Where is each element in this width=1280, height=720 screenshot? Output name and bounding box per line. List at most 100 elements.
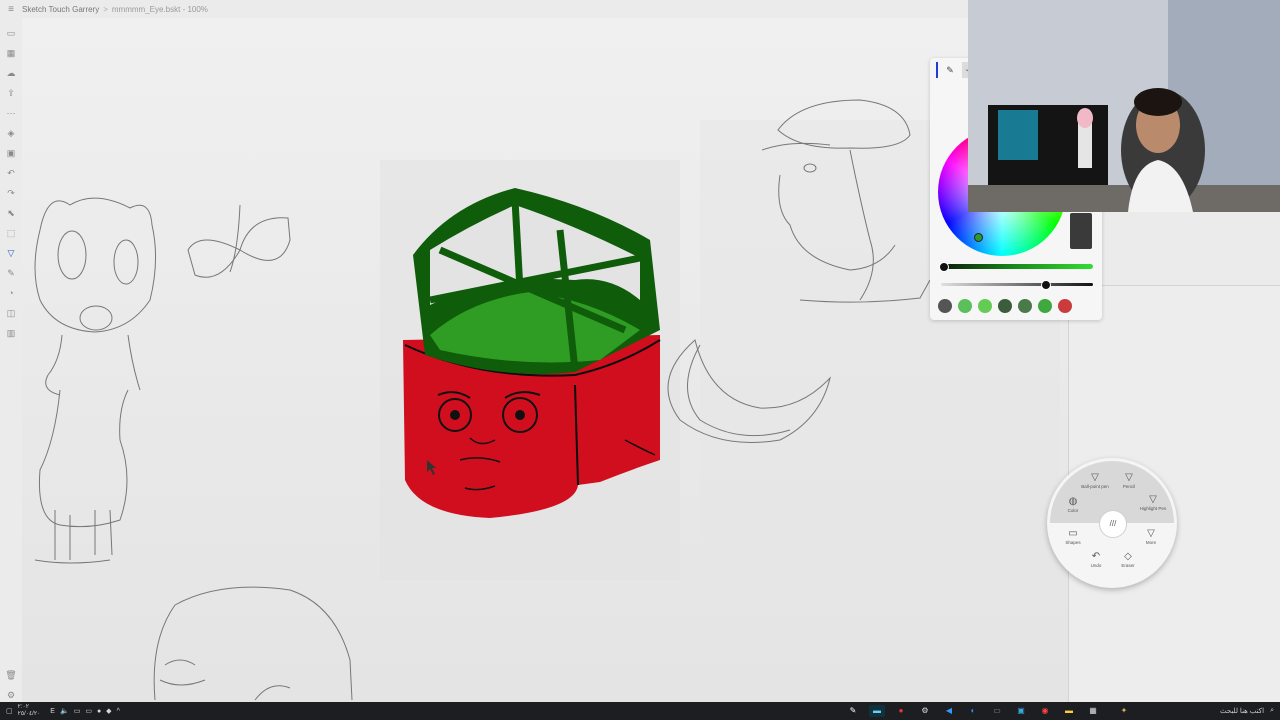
title-bar: ≡ Sketch Touch Garrery > mmmmm_Eye.bskt … — [0, 0, 968, 18]
ballpoint-pen-item[interactable]: ▽ Ball-point pen — [1077, 472, 1113, 490]
delete-icon[interactable]: 🗑 — [4, 668, 18, 682]
chevron-up-icon[interactable]: ^ — [117, 708, 120, 715]
more-pens-icon: ▽ — [1147, 528, 1155, 539]
webcam-overlay — [968, 0, 1280, 212]
shield-icon[interactable]: ◆ — [106, 707, 111, 715]
brightness-slider[interactable] — [939, 262, 1093, 272]
menu-item-label: Undo — [1090, 563, 1102, 568]
color-wheel-marker[interactable] — [974, 233, 983, 242]
undo-icon: ↶ — [1091, 551, 1101, 562]
ruler-icon[interactable]: ▥ — [4, 326, 18, 340]
brush-icon[interactable]: ◔ — [4, 286, 18, 300]
hamburger-menu-icon[interactable]: ≡ — [0, 4, 22, 15]
current-color-preview — [1070, 213, 1092, 249]
marker-icon[interactable]: ✎ — [4, 266, 18, 280]
taskbar-search[interactable]: اكتب هنا للبحث ⌕ — [1160, 704, 1278, 718]
color-item[interactable]: ◍ Color — [1055, 496, 1091, 514]
edge-app-icon[interactable]: ◐ — [965, 705, 981, 717]
redo-icon[interactable]: ↷ — [4, 186, 18, 200]
pen-icon[interactable]: ▽ — [4, 246, 18, 260]
widget-app-icon[interactable]: ✦ — [1109, 705, 1139, 717]
undo-icon[interactable]: ↶ — [4, 166, 18, 180]
search-placeholder: اكتب هنا للبحث — [1220, 708, 1265, 715]
menu-item-label: Eraser — [1121, 563, 1135, 568]
clock-date: ٢٥/٠٤/٢٠ — [17, 711, 41, 717]
shapes-icon: ▭ — [1068, 528, 1078, 539]
vscode-app-icon[interactable]: ◀ — [941, 705, 957, 717]
color-swatch-1[interactable] — [938, 299, 952, 313]
color-swatch-3[interactable] — [978, 299, 992, 313]
display-icon[interactable]: ▭ — [85, 707, 92, 715]
radial-pen-menu: ▽ Ball-point pen ▽ Pencil ▽ Highlight Pe… — [1047, 458, 1177, 588]
folder-icon[interactable]: ▭ — [4, 26, 18, 40]
slider-knob[interactable] — [939, 262, 949, 272]
folder-app-icon[interactable]: ▬ — [1061, 705, 1077, 717]
more-pens-item[interactable]: ▽ More — [1133, 528, 1169, 546]
canvas-drawing — [34, 99, 1060, 701]
cat-sketch — [34, 197, 157, 564]
notification-icon[interactable]: ▢ — [6, 707, 13, 715]
red-bucket-drawing — [403, 188, 661, 518]
select-icon[interactable]: ⬉ — [4, 206, 18, 220]
pen-settings-tab[interactable]: ✎ — [936, 62, 962, 78]
clock[interactable]: ٢:٠٢ ٢٥/٠٤/٢٠ — [18, 704, 46, 718]
color-swatch-2[interactable] — [958, 299, 972, 313]
record-app-icon[interactable]: ● — [893, 705, 909, 717]
menu-item-label: Pencil — [1122, 484, 1136, 489]
eraser-item[interactable]: ◇ Eraser — [1110, 551, 1146, 569]
files-app-icon[interactable]: ▭ — [989, 705, 1005, 717]
pencil-item[interactable]: ▽ Pencil — [1111, 472, 1147, 490]
more-icon[interactable]: ⋯ — [4, 106, 18, 120]
clock-time: ٢:٠٢ — [17, 704, 29, 710]
calendar-app-icon[interactable]: ▦ — [1085, 705, 1101, 717]
file-name: mmmmm_Eye.bskt - 100% — [111, 4, 208, 14]
settings-icon[interactable]: ⚙ — [4, 688, 18, 702]
windows-taskbar: ▢ ٢:٠٢ ٢٥/٠٤/٢٠ E 🔈 ▭ ▭ ● ◆ ^ ✎ ▬ ● ⚙ ◀ … — [0, 702, 1280, 720]
undo-item[interactable]: ↶ Undo — [1078, 551, 1114, 569]
stamp-icon[interactable]: ◫ — [4, 306, 18, 320]
terminal-app-icon[interactable]: ▬ — [869, 705, 885, 717]
lasso-icon[interactable]: ⬚ — [4, 226, 18, 240]
slider-knob[interactable] — [1041, 280, 1051, 290]
left-toolbar: ▭ ▦ ☁ ⇪ ⋯ ◈ ▣ ↶ ↷ ⬉ ⬚ ▽ ✎ ◔ ◫ ▥ 🗑 ⚙ — [0, 20, 22, 702]
menu-item-label: Color — [1067, 508, 1079, 513]
eraser-icon: ◇ — [1124, 551, 1132, 562]
highlighter-icon: ▽ — [1149, 494, 1157, 505]
search-icon: ⌕ — [1270, 707, 1274, 714]
radial-menu-hub[interactable]: /// — [1099, 510, 1127, 538]
face-sketch — [153, 586, 353, 701]
highlight-pen-item[interactable]: ▽ Highlight Pen — [1135, 494, 1171, 512]
breadcrumb-separator: > — [103, 4, 108, 14]
store-app-icon[interactable]: ▣ — [1013, 705, 1029, 717]
webcam-feed — [968, 0, 1280, 212]
ballpoint-pen-icon: ▽ — [1091, 472, 1099, 483]
volume-icon[interactable]: 🔈 — [60, 707, 69, 715]
drawing-canvas[interactable] — [22, 18, 1068, 702]
grid-icon[interactable]: ▦ — [4, 46, 18, 60]
cloud-icon[interactable]: ☁ — [4, 66, 18, 80]
app-title: Sketch Touch Garrery — [22, 4, 100, 14]
settings-app-icon[interactable]: ⚙ — [917, 705, 933, 717]
opacity-slider[interactable] — [941, 280, 1093, 290]
language-indicator[interactable]: E — [50, 708, 55, 715]
insert-icon[interactable]: ▣ — [4, 146, 18, 160]
menu-item-label: Shapes — [1065, 540, 1081, 545]
export-icon[interactable]: ⇪ — [4, 86, 18, 100]
pencil-icon: ▽ — [1125, 472, 1133, 483]
color-swatch-7[interactable] — [1058, 299, 1072, 313]
microphone-icon[interactable]: ● — [97, 708, 101, 715]
color-swatch-5[interactable] — [1018, 299, 1032, 313]
menu-item-label: More — [1145, 540, 1157, 545]
ribbon-sketch — [187, 204, 291, 278]
system-tray: ▢ ٢:٠٢ ٢٥/٠٤/٢٠ E 🔈 ▭ ▭ ● ◆ ^ — [0, 704, 125, 718]
color-swatch-4[interactable] — [998, 299, 1012, 313]
color-swatch-6[interactable] — [1038, 299, 1052, 313]
shapes-item[interactable]: ▭ Shapes — [1055, 528, 1091, 546]
chrome-app-icon[interactable]: ◉ — [1037, 705, 1053, 717]
network-icon[interactable]: ▭ — [74, 707, 81, 715]
menu-item-label: Ball-point pen — [1081, 484, 1109, 489]
color-swatches — [938, 299, 1078, 313]
pen-app-icon[interactable]: ✎ — [845, 705, 861, 717]
color-icon: ◍ — [1068, 496, 1078, 507]
layers-icon[interactable]: ◈ — [4, 126, 18, 140]
